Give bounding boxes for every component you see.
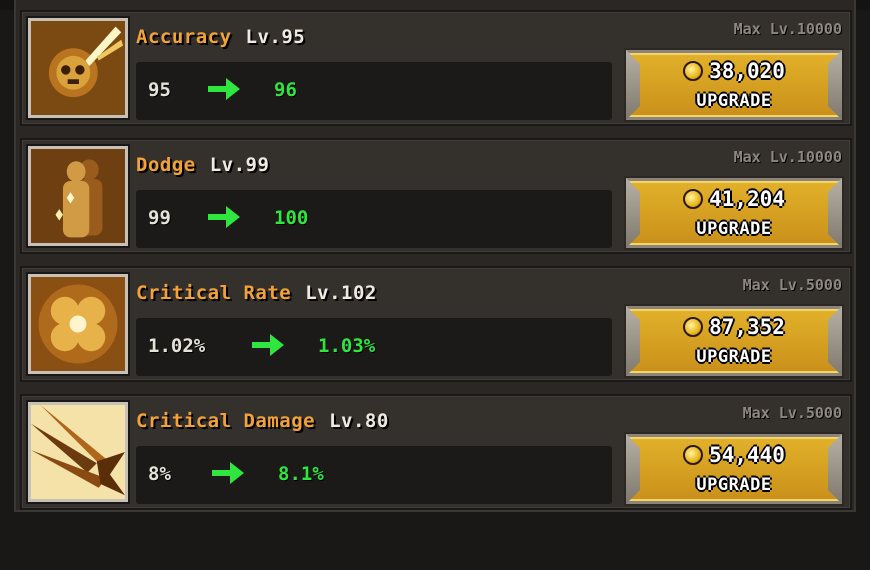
upgrade-name: Accuracy xyxy=(136,26,232,48)
max-level-label: Max Lv.5000 xyxy=(742,276,842,294)
upgrade-level: Lv.95 xyxy=(245,26,306,48)
cost-value: 38,020 xyxy=(709,59,785,83)
stat-change-bar: 95 96 xyxy=(136,62,612,120)
upgrade-name: Critical Rate xyxy=(136,282,292,304)
stat-change-bar: 99 100 xyxy=(136,190,612,248)
gold-coin-icon xyxy=(683,61,704,81)
upgrade-title: Critical Rate Lv.102 xyxy=(136,282,377,304)
arrow-right-icon xyxy=(212,460,246,486)
gold-coin-icon xyxy=(683,317,704,337)
upgrade-button[interactable]: 87,352 UPGRADE xyxy=(626,306,842,376)
upgrade-cost: 41,204 xyxy=(629,187,839,211)
upgrade-row-critical-damage: Critical Damage Lv.80 Max Lv.5000 8% 8.1… xyxy=(20,394,852,510)
max-level-label: Max Lv.5000 xyxy=(742,404,842,422)
stat-change-bar: 1.02% 1.03% xyxy=(136,318,612,376)
upgrade-button-label: UPGRADE xyxy=(696,219,772,239)
next-value: 96 xyxy=(274,79,297,101)
upgrade-button[interactable]: 38,020 UPGRADE xyxy=(626,50,842,120)
arrow-right-icon xyxy=(208,76,242,102)
upgrade-level: Lv.80 xyxy=(329,410,389,432)
upgrade-button[interactable]: 54,440 UPGRADE xyxy=(626,434,842,504)
upgrade-title: Critical Damage Lv.80 xyxy=(136,410,389,432)
clover-icon xyxy=(28,274,128,374)
arrow-right-icon xyxy=(208,204,242,230)
upgrade-row-dodge: Dodge Lv.99 Max Lv.10000 99 100 41,204 U… xyxy=(20,138,852,254)
upgrade-cost: 54,440 xyxy=(629,443,839,467)
next-value: 1.03% xyxy=(318,335,376,357)
upgrade-button-label: UPGRADE xyxy=(696,91,772,111)
upgrade-level: Lv.99 xyxy=(209,154,270,176)
current-value: 95 xyxy=(148,79,171,101)
next-value: 8.1% xyxy=(278,463,324,485)
upgrade-name: Critical Damage xyxy=(136,410,316,432)
next-value: 100 xyxy=(274,207,309,229)
cost-value: 87,352 xyxy=(709,315,785,339)
impact-burst-icon xyxy=(28,402,128,502)
gold-coin-icon xyxy=(683,189,704,209)
upgrade-title: Dodge Lv.99 xyxy=(136,154,269,176)
max-level-label: Max Lv.10000 xyxy=(733,148,842,166)
cost-value: 41,204 xyxy=(709,187,785,211)
upgrade-button-label: UPGRADE xyxy=(696,475,772,495)
current-value: 1.02% xyxy=(148,335,206,357)
current-value: 8% xyxy=(148,463,171,485)
upgrade-row-critical-rate: Critical Rate Lv.102 Max Lv.5000 1.02% 1… xyxy=(20,266,852,382)
upgrade-name: Dodge xyxy=(136,154,196,176)
max-level-label: Max Lv.10000 xyxy=(733,20,842,38)
upgrade-button-label: UPGRADE xyxy=(696,347,772,367)
upgrade-title: Accuracy Lv.95 xyxy=(136,26,305,48)
upgrade-cost: 87,352 xyxy=(629,315,839,339)
cost-value: 54,440 xyxy=(709,443,785,467)
arrow-right-icon xyxy=(252,332,286,358)
skull-slash-icon xyxy=(28,18,128,118)
upgrade-level: Lv.102 xyxy=(305,282,377,304)
afterimage-figure-icon xyxy=(28,146,128,246)
upgrade-row-accuracy: Accuracy Lv.95 Max Lv.10000 95 96 38,020… xyxy=(20,10,852,126)
current-value: 99 xyxy=(148,207,171,229)
upgrade-button[interactable]: 41,204 UPGRADE xyxy=(626,178,842,248)
gold-coin-icon xyxy=(683,445,704,465)
upgrade-cost: 38,020 xyxy=(629,59,839,83)
stat-change-bar: 8% 8.1% xyxy=(136,446,612,504)
